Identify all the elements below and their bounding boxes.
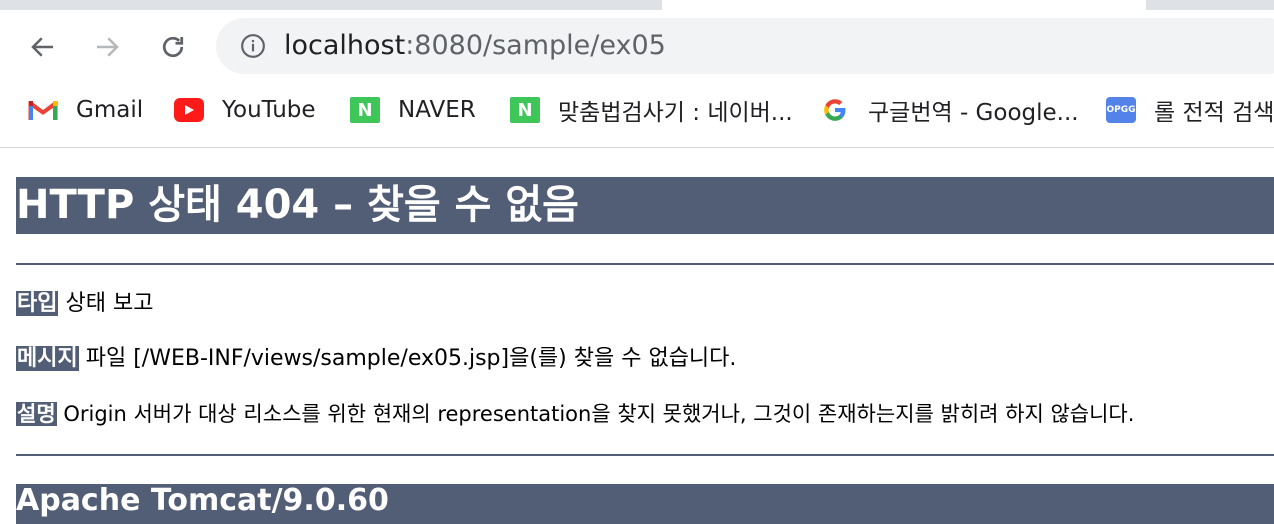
description-value: Origin 서버가 대상 리소스를 위한 현재의 representation… <box>63 402 1135 426</box>
info-icon[interactable] <box>240 33 266 59</box>
browser-toolbar: localhost:8080/sample/ex05 Gmail YouTube… <box>0 10 1274 148</box>
message-row: 메시지 파일 [/WEB-INF/views/sample/ex05.jsp]을… <box>16 344 736 374</box>
bookmark-opgg[interactable]: OPGG 롤 전적 검색 <box>1106 94 1274 126</box>
forward-button[interactable] <box>90 30 124 64</box>
bookmark-label: 맞춤법검사기 : 네이버... <box>558 100 793 126</box>
server-info: Apache Tomcat/9.0.60 <box>16 484 1274 524</box>
bookmark-label: YouTube <box>222 97 316 123</box>
opgg-icon: OPGG <box>1106 97 1136 123</box>
bookmark-label: Gmail <box>76 97 144 123</box>
bookmark-youtube[interactable]: YouTube <box>174 94 316 126</box>
bookmark-label: NAVER <box>398 97 476 123</box>
bookmark-google-translate[interactable]: 구글번역 - Google... <box>820 94 1079 126</box>
arrow-left-icon <box>31 37 53 57</box>
type-label: 타입 <box>16 291 59 316</box>
bookmark-naver[interactable]: N NAVER <box>350 94 476 126</box>
bookmark-gmail[interactable]: Gmail <box>28 94 143 126</box>
description-row: 설명 Origin 서버가 대상 리소스를 위한 현재의 representat… <box>16 399 1134 429</box>
bookmark-label: 롤 전적 검색 <box>1154 100 1274 126</box>
description-label: 설명 <box>16 402 57 426</box>
tab-strip <box>0 0 1274 10</box>
google-icon <box>820 97 850 123</box>
address-bar[interactable]: localhost:8080/sample/ex05 <box>216 18 1274 74</box>
url-host: localhost <box>284 30 406 61</box>
divider <box>16 454 1274 456</box>
back-button[interactable] <box>26 30 60 64</box>
url-path: :8080/sample/ex05 <box>405 30 666 61</box>
divider <box>16 263 1274 265</box>
reload-icon <box>162 36 184 58</box>
bookmark-spellcheck[interactable]: N 맞춤법검사기 : 네이버... <box>510 94 793 126</box>
youtube-icon <box>174 97 204 123</box>
active-tab[interactable] <box>662 0 1146 10</box>
page-title: HTTP 상태 404 – 찾을 수 없음 <box>16 177 1274 234</box>
message-value: 파일 [/WEB-INF/views/sample/ex05.jsp]을(를) … <box>85 346 737 371</box>
bookmark-label: 구글번역 - Google... <box>868 100 1079 126</box>
reload-button[interactable] <box>156 30 190 64</box>
url-text[interactable]: localhost:8080/sample/ex05 <box>284 30 666 62</box>
message-label: 메시지 <box>16 346 79 371</box>
naver-icon: N <box>350 97 380 123</box>
bookmarks-bar: Gmail YouTube N NAVER N 맞춤법검사기 : 네이버... … <box>0 90 1274 130</box>
arrow-right-icon <box>97 37 119 57</box>
gmail-icon <box>28 97 58 123</box>
type-row: 타입 상태 보고 <box>16 289 153 319</box>
type-value: 상태 보고 <box>65 291 154 316</box>
naver-icon: N <box>510 97 540 123</box>
